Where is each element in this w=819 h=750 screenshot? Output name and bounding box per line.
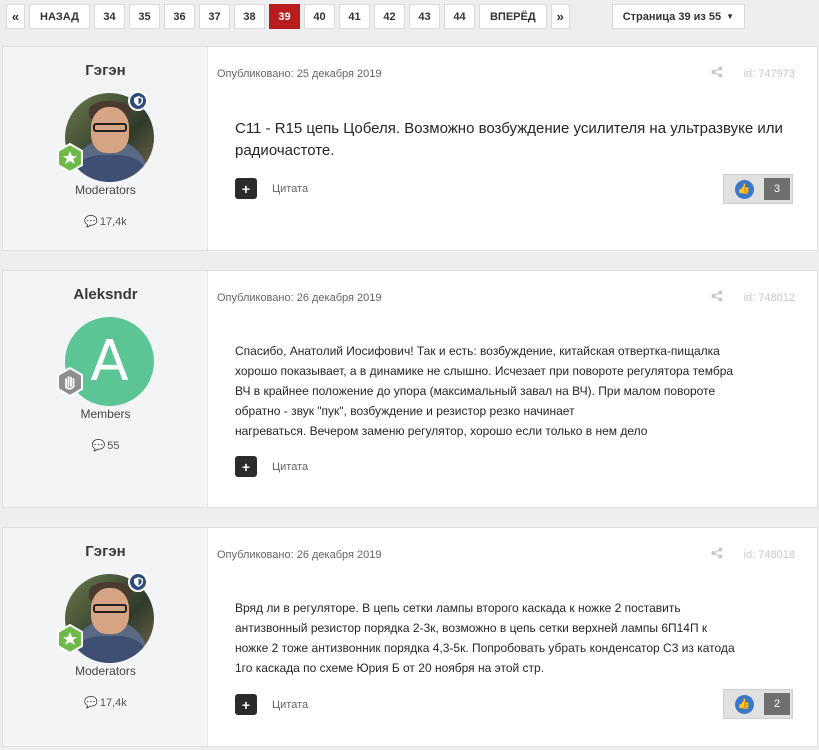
post-id: id: 748018 (743, 549, 795, 561)
author-panel: Гэгэн Moderators 💬 17,4k (3, 528, 208, 746)
reaction-count: 2 (764, 693, 790, 715)
author-panel: Гэгэн Moderators 💬 17,4k (3, 47, 208, 250)
post-text-line: хорошо показывает, а в динамике не слышн… (235, 364, 734, 378)
post-count: 💬 17,4k (3, 215, 208, 228)
reaction-button[interactable]: 👍 3 (723, 174, 793, 204)
pagination: « НАЗАД 34 35 36 37 38 39 40 41 42 43 44… (0, 4, 749, 29)
post-text-line: нагреваться. Вечером заменю регулятор, х… (235, 424, 648, 438)
post-count: 💬 55 (3, 439, 208, 452)
post-text-line: Вряд ли в регуляторе. В цепь сетки лампы… (235, 601, 681, 615)
share-icon[interactable] (711, 66, 723, 81)
page-link[interactable]: 34 (93, 4, 125, 29)
author-role: Moderators (75, 183, 136, 197)
plus-icon[interactable]: + (235, 694, 257, 715)
star-icon (55, 143, 85, 173)
page-jump-label: Страница 39 из 55 (622, 10, 722, 23)
quote-button[interactable]: Цитата (272, 461, 308, 473)
post-body: Опубликовано: 25 декабря 2019 id: 747973… (208, 47, 817, 250)
speech-bubble-icon: 💬 (84, 216, 98, 228)
post-date[interactable]: Опубликовано: 25 декабря 2019 (217, 68, 381, 80)
prev-page-button[interactable]: НАЗАД (29, 4, 90, 29)
page-jump-dropdown[interactable]: Страница 39 из 55 ▼ (611, 4, 746, 29)
post-id: id: 747973 (743, 68, 795, 80)
reaction-button[interactable]: 👍 2 (723, 689, 793, 719)
thumbs-up-icon: 👍 (724, 690, 764, 718)
post-count-value: 55 (107, 440, 120, 452)
quote-button[interactable]: Цитата (272, 183, 308, 195)
share-icon[interactable] (711, 290, 723, 305)
page-link[interactable]: 42 (373, 4, 405, 29)
post-id: id: 748012 (743, 292, 795, 304)
post-count-value: 17,4k (99, 697, 127, 709)
current-page[interactable]: 39 (268, 4, 300, 29)
post-body: Опубликовано: 26 декабря 2019 id: 748012… (208, 271, 817, 507)
post-text-line: ножке 2 тоже антизвонник порядка 4,3-5к.… (235, 641, 735, 655)
share-icon[interactable] (711, 547, 723, 562)
page-link[interactable]: 36 (163, 4, 195, 29)
post-content: C11 - R15 цепь Цобеля. Возможно возбужде… (235, 120, 783, 159)
post-text-line: антизвонный резистор порядка 2-3к, возмо… (235, 621, 708, 635)
author-name[interactable]: Гэгэн (3, 543, 208, 560)
reaction-count: 3 (764, 178, 790, 200)
shield-icon (128, 91, 148, 111)
page-link[interactable]: 44 (443, 4, 475, 29)
post-date[interactable]: Опубликовано: 26 декабря 2019 (217, 292, 381, 304)
first-page-button[interactable]: « (6, 4, 25, 29)
post-text-line: ВЧ в крайнее положение до упора (максима… (235, 384, 716, 398)
author-panel: Aleksndr A Members 💬 55 (3, 271, 208, 507)
hand-icon (55, 367, 85, 397)
plus-icon[interactable]: + (235, 456, 257, 477)
author-name[interactable]: Гэгэн (3, 62, 208, 79)
author-role: Moderators (75, 664, 136, 678)
star-icon (55, 624, 85, 654)
post-content: Спасибо, Анатолий Иосифович! Так и есть:… (235, 341, 795, 441)
author-role: Members (80, 407, 131, 421)
post-text-line: 1го каскада по схеме Юрия Б от 20 ноября… (235, 661, 545, 675)
forum-post: Гэгэн Moderators 💬 17,4k Опубликовано: 25… (2, 46, 818, 251)
next-page-button[interactable]: ВПЕРЁД (478, 4, 547, 29)
last-page-button[interactable]: » (550, 4, 570, 29)
page-link[interactable]: 40 (303, 4, 335, 29)
speech-bubble-icon: 💬 (91, 440, 106, 452)
quote-button[interactable]: Цитата (272, 699, 308, 711)
post-body: Опубликовано: 26 декабря 2019 id: 748018… (208, 528, 817, 746)
post-count-value: 17,4k (99, 216, 127, 228)
shield-icon (128, 572, 148, 592)
post-count: 💬 17,4k (3, 696, 208, 709)
speech-bubble-icon: 💬 (84, 697, 98, 709)
author-name[interactable]: Aleksndr (3, 286, 208, 303)
post-content: Вряд ли в регуляторе. В цепь сетки лампы… (235, 598, 795, 678)
caret-down-icon: ▼ (726, 12, 735, 21)
post-date[interactable]: Опубликовано: 26 декабря 2019 (217, 549, 381, 561)
page-link[interactable]: 43 (408, 4, 440, 29)
post-text-line: Спасибо, Анатолий Иосифович! Так и есть:… (235, 344, 720, 358)
plus-icon[interactable]: + (235, 178, 257, 199)
forum-post: Aleksndr A Members 💬 55 Опубликовано: 26 … (2, 270, 818, 508)
page-link[interactable]: 35 (128, 4, 160, 29)
post-text-line: обратно - звук "пук", возбуждение и рези… (235, 404, 575, 418)
page-link[interactable]: 41 (338, 4, 370, 29)
page-link[interactable]: 37 (198, 4, 230, 29)
forum-post: Гэгэн Moderators 💬 17,4k Опубликовано: 26… (2, 527, 818, 747)
thumbs-up-icon: 👍 (724, 175, 764, 203)
page-link[interactable]: 38 (233, 4, 265, 29)
